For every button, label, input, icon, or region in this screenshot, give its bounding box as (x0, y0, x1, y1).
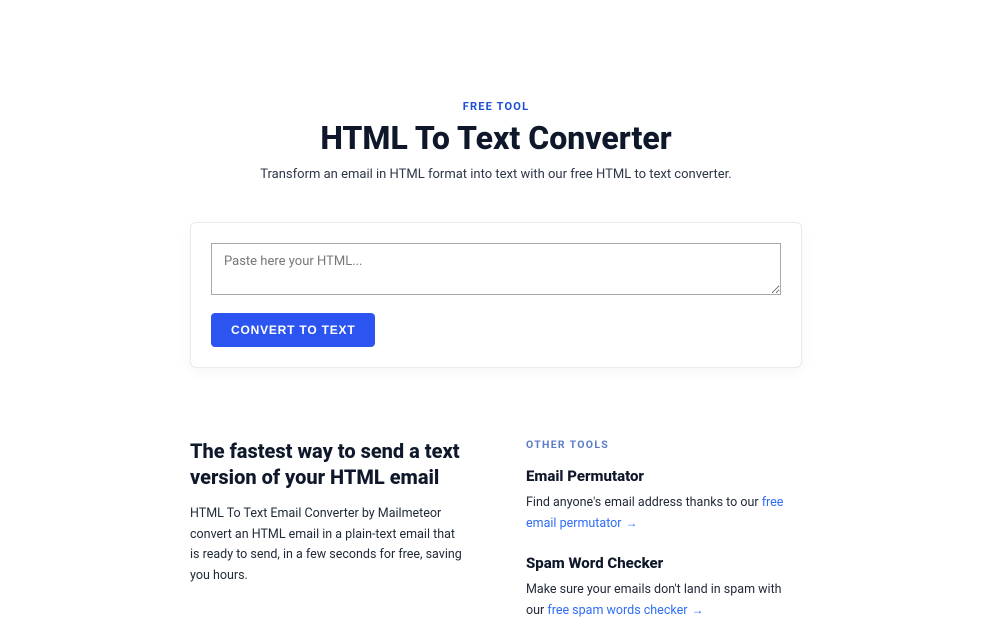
spam-checker-link[interactable]: free spam words checker (547, 603, 687, 618)
tool-description: Make sure your emails don't land in spam… (526, 580, 802, 621)
page-subtitle: Transform an email in HTML format into t… (190, 167, 802, 182)
tool-title: Spam Word Checker (526, 554, 802, 572)
convert-button[interactable]: CONVERT TO TEXT (211, 313, 375, 347)
html-input[interactable] (211, 243, 781, 295)
page-title: HTML To Text Converter (190, 119, 802, 157)
converter-card: CONVERT TO TEXT (190, 222, 802, 368)
tool-desc-text: Find anyone's email address thanks to ou… (526, 495, 762, 510)
info-body: HTML To Text Email Converter by Mailmete… (190, 504, 466, 587)
arrow-right-icon: → (691, 601, 703, 621)
tool-item: Spam Word Checker Make sure your emails … (526, 554, 802, 621)
tool-description: Find anyone's email address thanks to ou… (526, 493, 802, 534)
other-tools-eyebrow: OTHER TOOLS (526, 438, 802, 451)
info-heading: The fastest way to send a text version o… (190, 438, 466, 490)
arrow-right-icon: → (626, 514, 638, 534)
tool-title: Email Permutator (526, 467, 802, 485)
eyebrow-label: FREE TOOL (190, 100, 802, 113)
tool-item: Email Permutator Find anyone's email add… (526, 467, 802, 534)
